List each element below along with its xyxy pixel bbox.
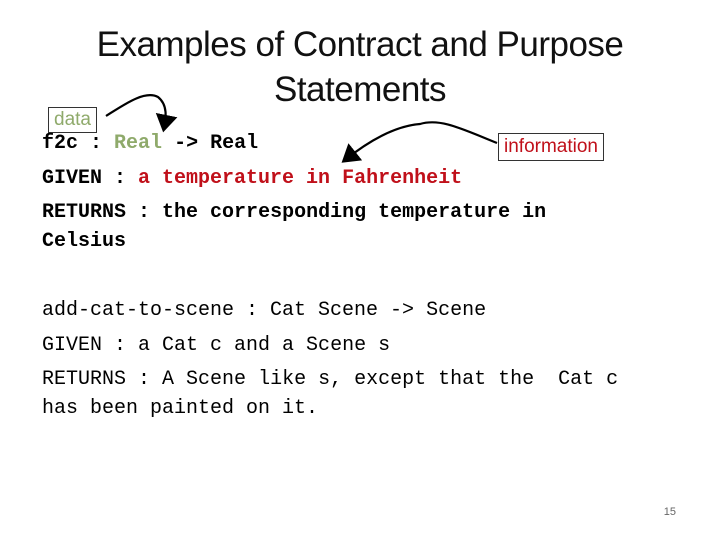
returns-label: RETURNS : (42, 368, 151, 391)
contract-function-name: f2c : (42, 132, 103, 155)
example2-returns: RETURNS : A Scene like s, except that th… (42, 368, 618, 392)
information-arrow-icon (341, 121, 498, 163)
example1-contract: f2c : Real -> Real (42, 132, 258, 156)
contract-return-type: -> Real (174, 132, 259, 155)
contract-argument-type: Real (114, 132, 163, 155)
given-label: GIVEN : (42, 167, 127, 190)
page-number: 15 (663, 506, 676, 518)
given-text: a Cat c and a Scene s (138, 334, 391, 357)
example1-returns: RETURNS : the corresponding temperature … (42, 201, 546, 225)
given-text: a temperature in Fahrenheit (138, 167, 463, 190)
given-label: GIVEN : (42, 334, 127, 357)
returns-text: the corresponding temperature in (162, 201, 547, 224)
annotation-arrows (105, 94, 498, 163)
example2-contract: add-cat-to-scene : Cat Scene -> Scene (42, 299, 487, 322)
returns-label: RETURNS : (42, 201, 151, 224)
data-arrow-icon (105, 94, 178, 133)
example1-given: GIVEN : a temperature in Fahrenheit (42, 167, 462, 191)
example1-returns-continued: Celsius (42, 230, 127, 253)
example2-returns-continued: has been painted on it. (42, 397, 319, 420)
example2-given: GIVEN : a Cat c and a Scene s (42, 334, 390, 358)
returns-text: A Scene like s, except that the Cat c (162, 368, 619, 391)
